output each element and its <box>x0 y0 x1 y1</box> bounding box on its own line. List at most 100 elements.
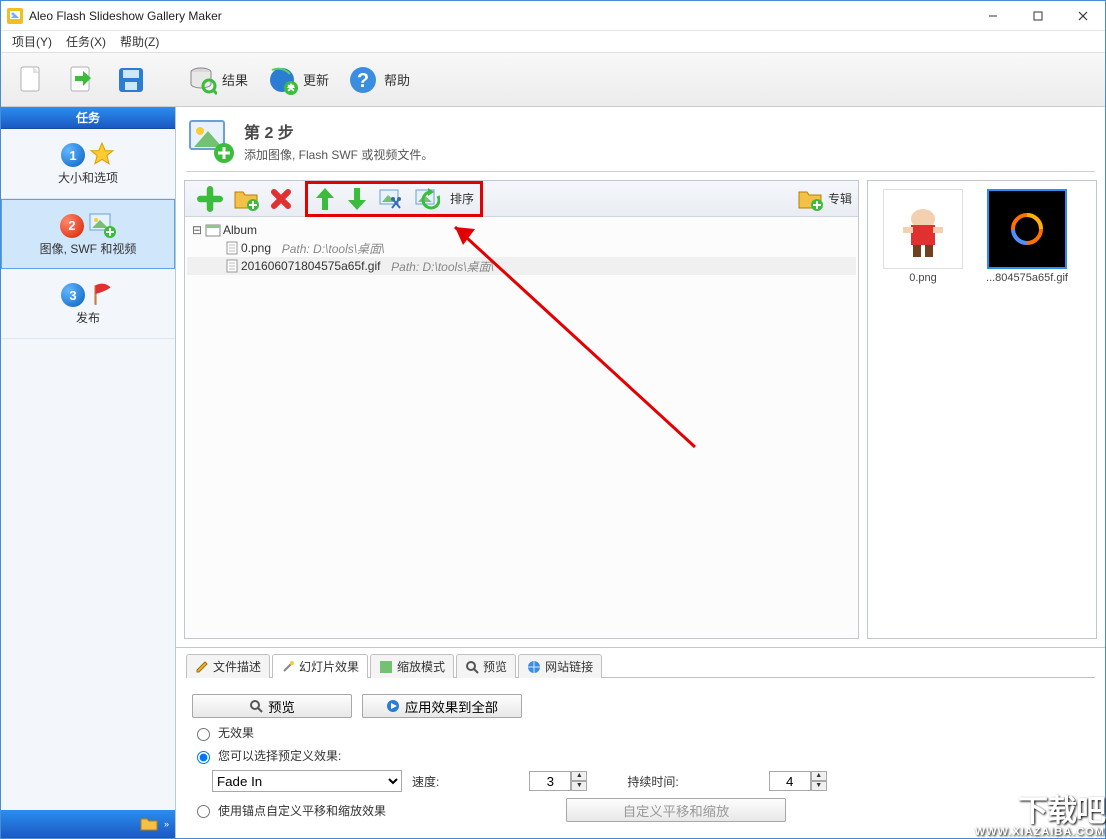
app-icon <box>7 8 23 24</box>
menu-task[interactable]: 任务(X) <box>59 31 113 52</box>
move-up-icon[interactable] <box>314 186 336 212</box>
apply-all-button[interactable]: 应用效果到全部 <box>362 694 522 718</box>
thumbnail-caption: ...804575a65f.gif <box>986 272 1068 284</box>
radio-predefined[interactable]: 您可以选择预定义效果: <box>192 747 1089 764</box>
tree-item-path: Path: D:\tools\桌面\ <box>282 240 385 257</box>
menu-help[interactable]: 帮助(Z) <box>113 31 166 52</box>
step-2-icon: 2 <box>60 214 84 238</box>
thumbnail-panel: 0.png ...804575a65f.gif <box>867 180 1097 639</box>
star-icon <box>89 141 115 167</box>
step-title: 第 2 步 <box>244 119 433 143</box>
delete-icon[interactable] <box>269 187 293 211</box>
help-button[interactable]: ? 帮助 <box>339 61 418 99</box>
radio-no-effect-input[interactable] <box>197 728 210 741</box>
minimize-button[interactable] <box>970 1 1015 30</box>
task-1-label: 大小和选项 <box>58 169 118 186</box>
app-title: Aleo Flash Slideshow Gallery Maker <box>29 9 970 23</box>
detail-tabs: 文件描述 幻灯片效果 缩放模式 预览 网站链接 预览 应用效果到全部 无效果 <box>176 647 1105 838</box>
highlighted-tools: 排序 <box>305 181 483 217</box>
collapse-icon[interactable]: ⊟ <box>191 223 203 237</box>
custom-pan-zoom-button: 自定义平移和缩放 <box>566 798 786 822</box>
magnifier-icon <box>465 660 479 674</box>
preview-button[interactable]: 预览 <box>192 694 352 718</box>
step-3-icon: 3 <box>61 283 85 307</box>
rotate-icon[interactable] <box>414 188 440 210</box>
tab-slide-effect[interactable]: 幻灯片效果 <box>272 654 368 678</box>
effect-select[interactable]: Fade In <box>212 770 402 792</box>
radio-custom-input[interactable] <box>197 805 210 818</box>
menu-project[interactable]: 项目(Y) <box>5 31 59 52</box>
album-node-icon <box>205 223 221 237</box>
move-down-icon[interactable] <box>346 186 368 212</box>
help-label: 帮助 <box>384 70 410 89</box>
thumbnail[interactable]: ...804575a65f.gif <box>980 189 1074 284</box>
save-button[interactable] <box>107 61 155 99</box>
duration-label: 持续时间: <box>627 773 678 790</box>
spin-down-icon[interactable]: ▼ <box>811 781 827 791</box>
tree-item-name: 0.png <box>241 241 271 255</box>
task-publish[interactable]: 3 发布 <box>1 269 175 339</box>
album-label: 专辑 <box>828 190 852 207</box>
pencil-icon <box>195 660 209 674</box>
maximize-button[interactable] <box>1015 1 1060 30</box>
image-add-icon <box>88 212 116 238</box>
new-button[interactable] <box>7 61 55 99</box>
crop-icon[interactable] <box>378 188 404 210</box>
menubar: 项目(Y) 任务(X) 帮助(Z) <box>1 31 1105 53</box>
thumbnail[interactable]: 0.png <box>876 189 970 284</box>
flag-icon <box>89 281 115 307</box>
tree-item-path: Path: D:\tools\桌面\ <box>391 258 494 275</box>
step-1-icon: 1 <box>61 143 85 167</box>
spin-up-icon[interactable]: ▲ <box>571 771 587 781</box>
spin-down-icon[interactable]: ▼ <box>571 781 587 791</box>
update-button[interactable]: 更新 <box>258 61 337 99</box>
speed-spinner[interactable]: ▲▼ <box>529 771 587 791</box>
tab-links[interactable]: 网站链接 <box>518 654 602 678</box>
file-list-panel: 排序 专辑 ⊟ Album <box>184 180 859 639</box>
speed-input[interactable] <box>529 771 571 791</box>
spin-up-icon[interactable]: ▲ <box>811 771 827 781</box>
radio-predefined-input[interactable] <box>197 751 210 764</box>
file-icon <box>225 241 239 255</box>
result-button[interactable]: 结果 <box>177 61 256 99</box>
file-toolbar: 排序 专辑 <box>185 181 858 217</box>
radio-custom[interactable]: 使用锚点自定义平移和缩放效果 自定义平移和缩放 <box>192 798 1089 822</box>
folder-small-icon[interactable] <box>140 816 158 832</box>
add-folder-icon[interactable] <box>233 187 259 211</box>
speed-label: 速度: <box>412 773 439 790</box>
open-button[interactable] <box>57 61 105 99</box>
expand-icon[interactable]: » <box>164 819 169 829</box>
add-icon[interactable] <box>197 186 223 212</box>
duration-spinner[interactable]: ▲▼ <box>769 771 827 791</box>
step-subtitle: 添加图像, Flash SWF 或视频文件。 <box>244 146 433 163</box>
tree-root-label: Album <box>223 223 257 237</box>
apply-icon <box>386 699 400 713</box>
update-label: 更新 <box>303 70 329 89</box>
album-button[interactable]: 专辑 <box>797 187 852 211</box>
thumbnail-image <box>987 189 1067 269</box>
tree-item[interactable]: 2016060718045​75a65f.gif Path: D:\tools\… <box>187 257 856 275</box>
thumbnail-image <box>883 189 963 269</box>
task-panel: 任务 1 大小和选项 2 图像, SWF 和视频 3 发布 » <box>1 107 176 838</box>
result-label: 结果 <box>222 70 248 89</box>
close-button[interactable] <box>1060 1 1105 30</box>
file-tree[interactable]: ⊟ Album 0.png Path: D:\tools\桌面\ 2016060… <box>185 217 858 638</box>
album-icon <box>797 187 823 211</box>
tab-zoom-mode[interactable]: 缩放模式 <box>370 654 454 678</box>
side-bottom-bar: » <box>1 810 175 838</box>
radio-no-effect[interactable]: 无效果 <box>192 724 1089 741</box>
thumbnail-caption: 0.png <box>909 272 937 284</box>
sort-label[interactable]: 排序 <box>450 190 474 207</box>
task-images[interactable]: 2 图像, SWF 和视频 <box>1 199 175 269</box>
tree-root[interactable]: ⊟ Album <box>187 221 856 239</box>
svg-text:?: ? <box>357 70 369 92</box>
zoom-mode-icon <box>379 660 393 674</box>
tab-preview[interactable]: 预览 <box>456 654 516 678</box>
task-size-options[interactable]: 1 大小和选项 <box>1 129 175 199</box>
main-toolbar: 结果 更新 ? 帮助 <box>1 53 1105 107</box>
duration-input[interactable] <box>769 771 811 791</box>
tab-file-desc[interactable]: 文件描述 <box>186 654 270 678</box>
file-icon <box>225 259 239 273</box>
tree-item[interactable]: 0.png Path: D:\tools\桌面\ <box>187 239 856 257</box>
task-2-label: 图像, SWF 和视频 <box>40 240 137 257</box>
